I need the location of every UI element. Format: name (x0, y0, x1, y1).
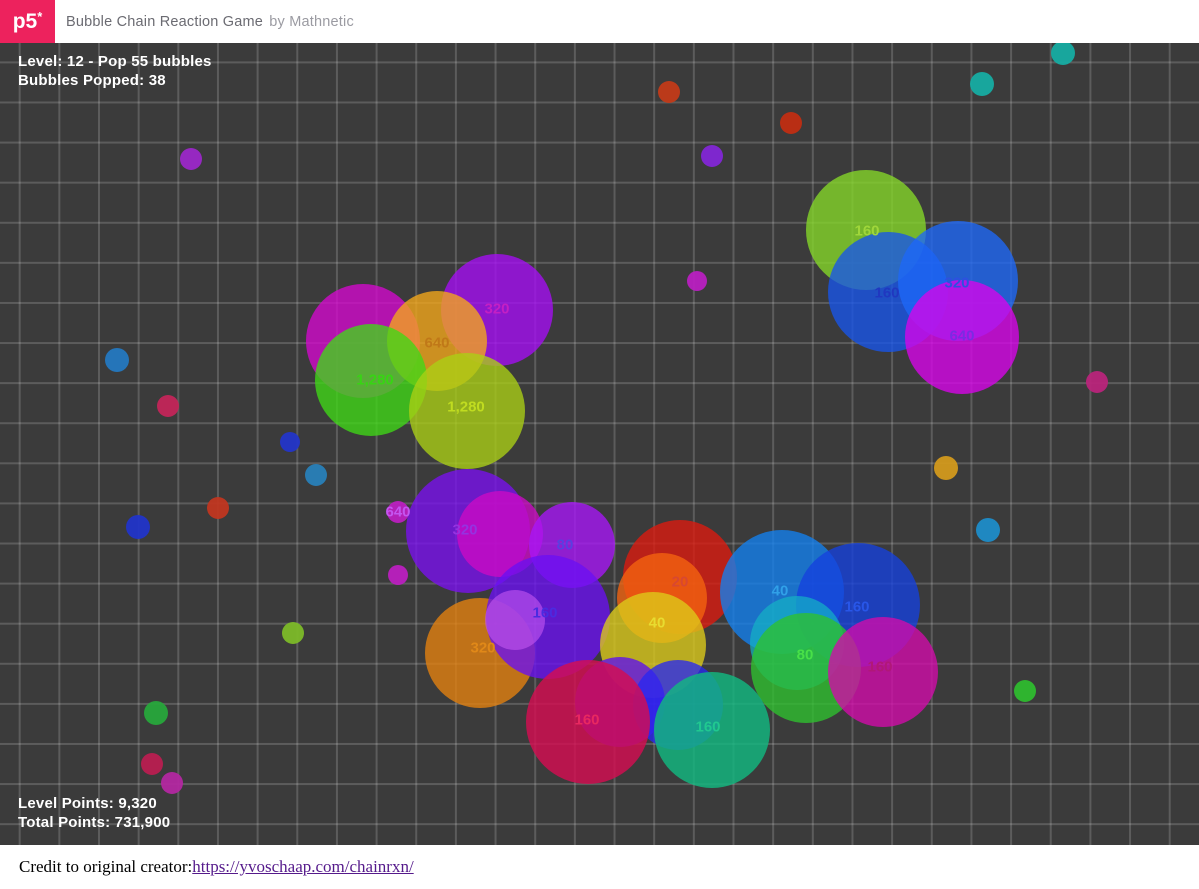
bubble-points-label: 160 (574, 712, 599, 729)
bubble[interactable] (161, 772, 183, 794)
sketch-title-bar: Bubble Chain Reaction Game by Mathnetic (66, 14, 354, 30)
bubble[interactable] (658, 81, 680, 103)
game-canvas[interactable]: Level: 12 - Pop 55 bubbles Bubbles Poppe… (0, 43, 1199, 845)
bubble-points-label: 20 (672, 574, 689, 591)
bubble-points-label: 1,280 (447, 399, 485, 416)
hud-top: Level: 12 - Pop 55 bubbles Bubbles Poppe… (18, 52, 212, 90)
sketch-title: Bubble Chain Reaction Game (66, 14, 263, 30)
bubble-points-label: 160 (532, 605, 557, 622)
hud-popped-text: Bubbles Popped: 38 (18, 71, 212, 90)
bubble-points-label: 640 (385, 504, 410, 521)
bubble[interactable] (1086, 371, 1108, 393)
bubble[interactable] (207, 497, 229, 519)
hud-level-text: Level: 12 - Pop 55 bubbles (18, 52, 212, 71)
hud-level-points-text: Level Points: 9,320 (18, 794, 170, 813)
bubble[interactable] (1051, 43, 1075, 65)
credit-bar: Credit to original creator: https://yvos… (0, 845, 1199, 889)
bubble[interactable] (701, 145, 723, 167)
bubble[interactable] (141, 753, 163, 775)
bubble-points-label: 40 (649, 615, 666, 632)
bubble-points-label: 320 (944, 275, 969, 292)
bubble[interactable] (305, 464, 327, 486)
bubble[interactable] (976, 518, 1000, 542)
bubble-points-label: 80 (797, 647, 814, 664)
bubble-points-label: 320 (484, 301, 509, 318)
p5js-logo-text: p5 (13, 10, 38, 34)
bubble[interactable] (144, 701, 168, 725)
bubble[interactable] (105, 348, 129, 372)
hud-bottom: Level Points: 9,320 Total Points: 731,90… (18, 794, 170, 832)
bubble[interactable] (388, 565, 408, 585)
bubble[interactable] (934, 456, 958, 480)
bubble-points-label: 1,280 (356, 372, 394, 389)
credit-link[interactable]: https://yvoschaap.com/chainrxn/ (192, 857, 413, 877)
credit-text: Credit to original creator: (19, 857, 192, 877)
bubble[interactable] (970, 72, 994, 96)
bubble[interactable] (1014, 680, 1036, 702)
bubble-points-label: 160 (695, 719, 720, 736)
bubble-points-label: 160 (854, 223, 879, 240)
bubble[interactable] (780, 112, 802, 134)
bubble-points-label: 320 (470, 640, 495, 657)
sketch-author: by Mathnetic (269, 14, 354, 30)
app-header: p5* Bubble Chain Reaction Game by Mathne… (0, 0, 1199, 43)
bubble[interactable] (687, 271, 707, 291)
bubble-points-label: 640 (949, 328, 974, 345)
bubble-points-label: 80 (557, 537, 574, 554)
hud-total-points-text: Total Points: 731,900 (18, 813, 170, 832)
bubble[interactable] (280, 432, 300, 452)
bubble-points-label: 160 (874, 285, 899, 302)
bubble[interactable] (157, 395, 179, 417)
p5js-logo: p5* (0, 0, 55, 43)
bubble-points-label: 320 (452, 522, 477, 539)
bubble-points-label: 640 (424, 335, 449, 352)
bubble[interactable] (180, 148, 202, 170)
bubble-points-label: 160 (867, 659, 892, 676)
bubble-points-label: 40 (772, 583, 789, 600)
bubble[interactable] (126, 515, 150, 539)
bubble-points-label: 160 (844, 599, 869, 616)
bubble[interactable] (282, 622, 304, 644)
